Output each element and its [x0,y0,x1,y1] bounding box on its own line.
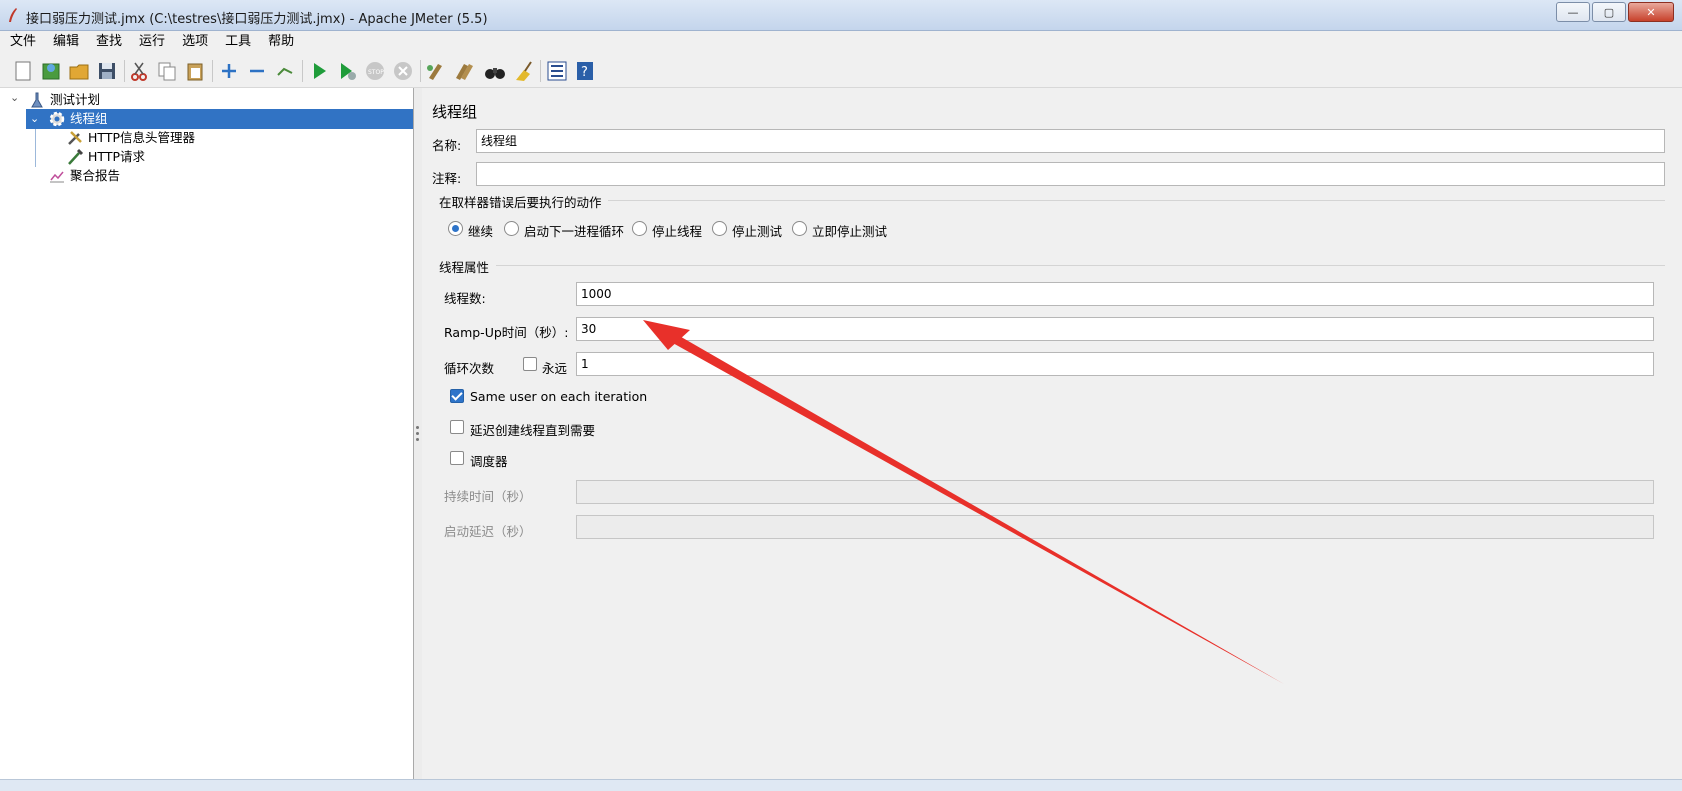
threads-label: 线程数: [444,291,486,306]
delay-thread-creation-checkbox[interactable] [450,420,464,434]
radio-start-next-loop[interactable] [504,221,519,236]
chevron-down-icon[interactable]: ⌄ [10,91,19,104]
test-plan-tree: ⌄ 测试计划 ⌄ 线程组 HTTP信息头管理器 HTTP请求 聚合报告 [0,88,414,779]
clear-icon[interactable] [424,60,446,82]
clear-all-icon[interactable] [452,60,474,82]
toggle-icon[interactable] [274,60,296,82]
tree-item-http-request[interactable]: HTTP请求 [66,147,145,167]
tree-item-thread-group[interactable]: ⌄ 线程组 [26,109,413,129]
duration-input[interactable] [576,480,1654,504]
open-folder-icon[interactable] [68,60,90,82]
radio-stop-test-now[interactable] [792,221,807,236]
scheduler-label: 调度器 [470,454,508,469]
same-user-checkbox[interactable] [450,389,464,403]
paste-icon[interactable] [184,60,206,82]
tree-item-aggregate-report[interactable]: 聚合报告 [48,166,120,186]
radio-stop-thread-label: 停止线程 [652,224,703,239]
same-user-label: Same user on each iteration [470,389,648,404]
gear-icon [49,111,65,127]
tree-item-label: HTTP信息头管理器 [88,130,195,145]
minimize-button[interactable]: — [1556,2,1590,22]
tree-item-label: 测试计划 [50,92,101,107]
close-button[interactable]: ✕ [1628,2,1674,22]
radio-start-next-loop-label: 启动下一进程循环 [524,224,625,239]
start-no-pauses-icon[interactable] [336,60,358,82]
forever-checkbox[interactable] [523,357,537,371]
thread-group-panel: 线程组 名称: 线程组 注释: 在取样器错误后要执行的动作 继续 启动下一进程循… [422,88,1682,779]
stop-icon[interactable]: STOP [364,60,386,82]
comment-input[interactable] [476,162,1665,186]
tree-item-label: HTTP请求 [88,149,145,164]
save-icon[interactable] [96,60,118,82]
comment-label: 注释: [432,171,462,186]
loop-count-input[interactable]: 1 [576,352,1654,376]
threads-input[interactable]: 1000 [576,282,1654,306]
duration-label: 持续时间（秒） [444,489,532,504]
page-title: 线程组 [432,103,478,121]
chevron-down-icon[interactable]: ⌄ [26,109,48,129]
function-helper-icon[interactable] [546,60,568,82]
rampup-input[interactable]: 30 [576,317,1654,341]
startup-delay-input[interactable] [576,515,1654,539]
loop-count-label: 循环次数 [444,361,495,376]
startup-delay-label: 启动延迟（秒） [444,524,532,539]
wrench-icon [68,131,82,145]
collapse-minus-icon[interactable] [246,60,268,82]
menu-search[interactable]: 查找 [86,31,129,53]
shutdown-icon[interactable] [392,60,414,82]
expand-plus-icon[interactable] [218,60,240,82]
name-input[interactable]: 线程组 [476,129,1665,153]
chart-icon [50,171,64,183]
cut-icon[interactable] [128,60,150,82]
svg-text:STOP: STOP [368,69,384,76]
tree-item-test-plan[interactable]: 测试计划 [28,90,100,110]
jmeter-feather-icon [9,8,17,22]
menu-options[interactable]: 选项 [172,31,215,53]
menu-run[interactable]: 运行 [129,31,172,53]
test-plan-icon [31,92,43,108]
rampup-label: Ramp-Up时间（秒）: [444,325,569,340]
svg-text:?: ? [581,65,588,80]
delay-thread-creation-label: 延迟创建线程直到需要 [470,423,596,438]
reset-search-broom-icon[interactable] [512,60,534,82]
search-binoculars-icon[interactable] [484,60,506,82]
radio-stop-test[interactable] [712,221,727,236]
scheduler-checkbox[interactable] [450,451,464,465]
help-icon[interactable]: ? [574,60,596,82]
window-title-bar: 接口弱压力测试.jmx (C:\testres\接口弱压力测试.jmx) - A… [0,0,1682,31]
copy-icon[interactable] [156,60,178,82]
radio-continue-label: 继续 [468,224,494,239]
name-label: 名称: [432,138,462,153]
radio-stop-test-now-label: 立即停止测试 [812,224,888,239]
thread-properties-header: 线程属性 [439,260,490,275]
on-error-header: 在取样器错误后要执行的动作 [439,195,602,210]
radio-continue[interactable] [448,221,463,236]
toolbar: STOP ? [0,54,1682,88]
menu-help[interactable]: 帮助 [258,31,301,53]
menu-tools[interactable]: 工具 [215,31,258,53]
tree-item-label: 线程组 [70,111,108,126]
maximize-button[interactable]: ▢ [1592,2,1626,22]
pipette-icon [68,148,84,165]
menu-edit[interactable]: 编辑 [43,31,86,53]
radio-stop-thread[interactable] [632,221,647,236]
menu-bar: 文件 编辑 查找 运行 选项 工具 帮助 [0,31,1682,53]
forever-label: 永远 [542,361,568,376]
new-file-icon[interactable] [12,60,34,82]
start-icon[interactable] [308,60,330,82]
radio-stop-test-label: 停止测试 [732,224,783,239]
tree-item-label: 聚合报告 [70,168,121,183]
window-bottom-border [0,779,1682,791]
tree-item-http-header-manager[interactable]: HTTP信息头管理器 [66,128,195,148]
templates-icon[interactable] [40,60,62,82]
menu-file[interactable]: 文件 [0,31,43,53]
window-title: 接口弱压力测试.jmx (C:\testres\接口弱压力测试.jmx) - A… [26,12,488,27]
